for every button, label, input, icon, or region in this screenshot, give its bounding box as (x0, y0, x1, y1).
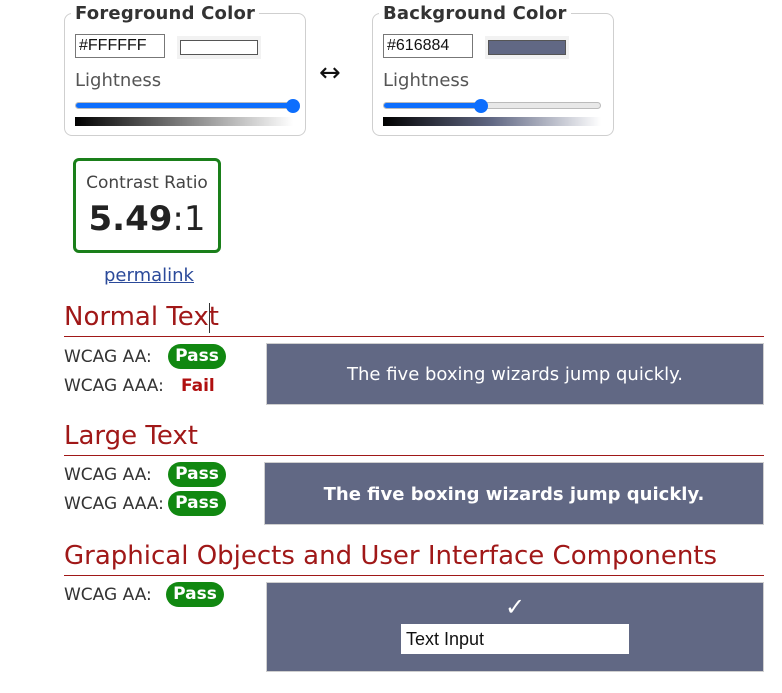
swap-colors-icon[interactable]: ↔ (319, 58, 341, 88)
background-lightness-label: Lightness (383, 70, 470, 91)
background-slider-fill (384, 103, 482, 108)
graphical-objects-heading: Graphical Objects and User Interface Com… (64, 541, 718, 571)
foreground-swatch (180, 40, 258, 55)
normal-aa-label: WCAG AA: (64, 347, 152, 367)
normal-text-sample: The five boxing wizards jump quickly. (266, 343, 764, 405)
sample-text-input[interactable]: Text Input (401, 624, 629, 654)
background-lightness-gradient (383, 117, 601, 126)
contrast-ratio-value: 5.49:1 (76, 199, 218, 239)
checkmark-icon: ✓ (505, 593, 526, 621)
large-aaa-badge: Pass (168, 491, 226, 516)
background-color-legend: Background Color (379, 3, 571, 24)
background-lightness-slider[interactable] (383, 102, 601, 109)
background-swatch (488, 40, 566, 55)
graphical-objects-rule (64, 575, 764, 576)
foreground-color-legend: Foreground Color (71, 3, 260, 24)
normal-aaa-badge: Fail (181, 376, 215, 396)
background-hex-input[interactable] (383, 34, 473, 58)
contrast-ratio-number: 5.49 (88, 199, 173, 239)
background-color-picker[interactable] (485, 36, 569, 59)
background-color-fieldset: Background Color Lightness (372, 3, 614, 136)
graphical-aa-badge: Pass (166, 582, 224, 607)
foreground-slider-thumb[interactable] (286, 99, 300, 113)
foreground-hex-input[interactable] (75, 34, 165, 58)
contrast-ratio-box: Contrast Ratio 5.49:1 (73, 158, 221, 253)
foreground-color-fieldset: Foreground Color Lightness (64, 3, 306, 136)
large-aa-badge: Pass (168, 462, 226, 487)
normal-aaa-label: WCAG AAA: (64, 376, 164, 396)
permalink-link[interactable]: permalink (104, 265, 194, 286)
foreground-lightness-slider[interactable] (75, 102, 293, 109)
normal-aa-badge: Pass (168, 344, 226, 369)
background-slider-thumb[interactable] (474, 99, 489, 113)
foreground-lightness-gradient (75, 117, 293, 126)
text-cursor (209, 303, 210, 333)
graphical-aa-label: WCAG AA: (64, 585, 152, 605)
graphical-objects-sample: ✓ Text Input (266, 582, 764, 672)
large-text-sample: The five boxing wizards jump quickly. (264, 462, 764, 525)
normal-text-heading: Normal Text (64, 302, 219, 332)
normal-text-rule (64, 336, 764, 337)
foreground-slider-fill (76, 103, 292, 108)
contrast-ratio-label: Contrast Ratio (86, 173, 208, 193)
contrast-ratio-suffix: :1 (172, 199, 206, 239)
large-text-rule (64, 455, 764, 456)
foreground-lightness-label: Lightness (75, 70, 162, 91)
large-text-heading: Large Text (64, 421, 198, 451)
large-aaa-label: WCAG AAA: (64, 494, 164, 514)
large-aa-label: WCAG AA: (64, 465, 152, 485)
foreground-color-picker[interactable] (177, 36, 261, 59)
